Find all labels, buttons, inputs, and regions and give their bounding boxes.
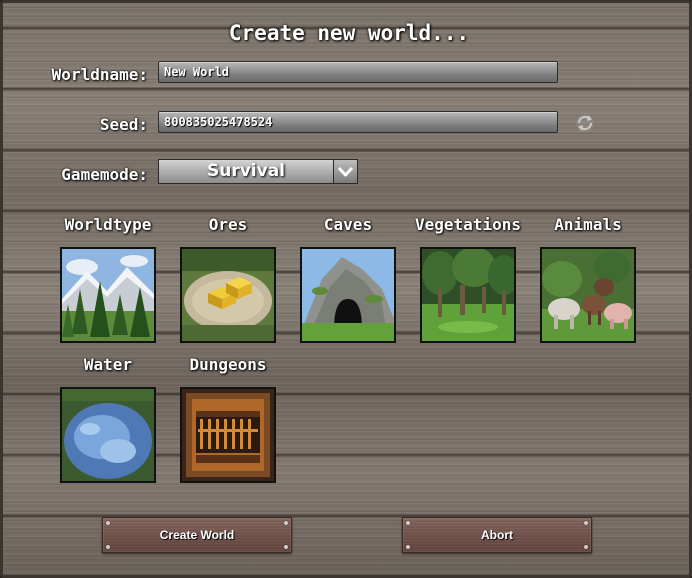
seed-label: Seed:: [99, 115, 148, 134]
option-label-worldtype: Worldtype: [64, 215, 152, 234]
chevron-down-icon[interactable]: [333, 160, 357, 183]
option-label-dungeons: Dungeons: [189, 355, 267, 374]
gamemode-label: Gamemode:: [61, 165, 148, 184]
vegetations-thumbnail[interactable]: [420, 247, 516, 343]
create-world-dialog: Create new world... Worldname: New World…: [0, 0, 692, 578]
rivet: [284, 521, 288, 525]
ores-thumbnail[interactable]: [180, 247, 276, 343]
animals-thumbnail[interactable]: [540, 247, 636, 343]
worldname-input[interactable]: New World: [158, 61, 558, 83]
create-world-button[interactable]: Create World: [102, 517, 292, 553]
rivet: [406, 521, 410, 525]
rivet: [584, 521, 588, 525]
refresh-icon[interactable]: [574, 112, 596, 134]
rivet: [106, 545, 110, 549]
caves-thumbnail[interactable]: [300, 247, 396, 343]
option-label-caves: Caves: [323, 215, 373, 234]
rivet: [106, 521, 110, 525]
option-label-ores: Ores: [208, 215, 248, 234]
worldname-label: Worldname:: [51, 65, 148, 84]
dialog-title: Create new world...: [228, 21, 470, 45]
gamemode-dropdown[interactable]: Survival: [158, 159, 358, 184]
abort-button[interactable]: Abort: [402, 517, 592, 553]
dungeons-thumbnail[interactable]: [180, 387, 276, 483]
option-label-vegetations: Vegetations: [415, 215, 521, 234]
option-label-animals: Animals: [554, 215, 622, 234]
option-label-water: Water: [83, 355, 133, 374]
seed-input[interactable]: 800835025478524: [158, 111, 558, 133]
water-thumbnail[interactable]: [60, 387, 156, 483]
rivet: [284, 545, 288, 549]
rivet: [584, 545, 588, 549]
worldtype-thumbnail[interactable]: [60, 247, 156, 343]
gamemode-selected-value: Survival: [206, 161, 286, 181]
rivet: [406, 545, 410, 549]
